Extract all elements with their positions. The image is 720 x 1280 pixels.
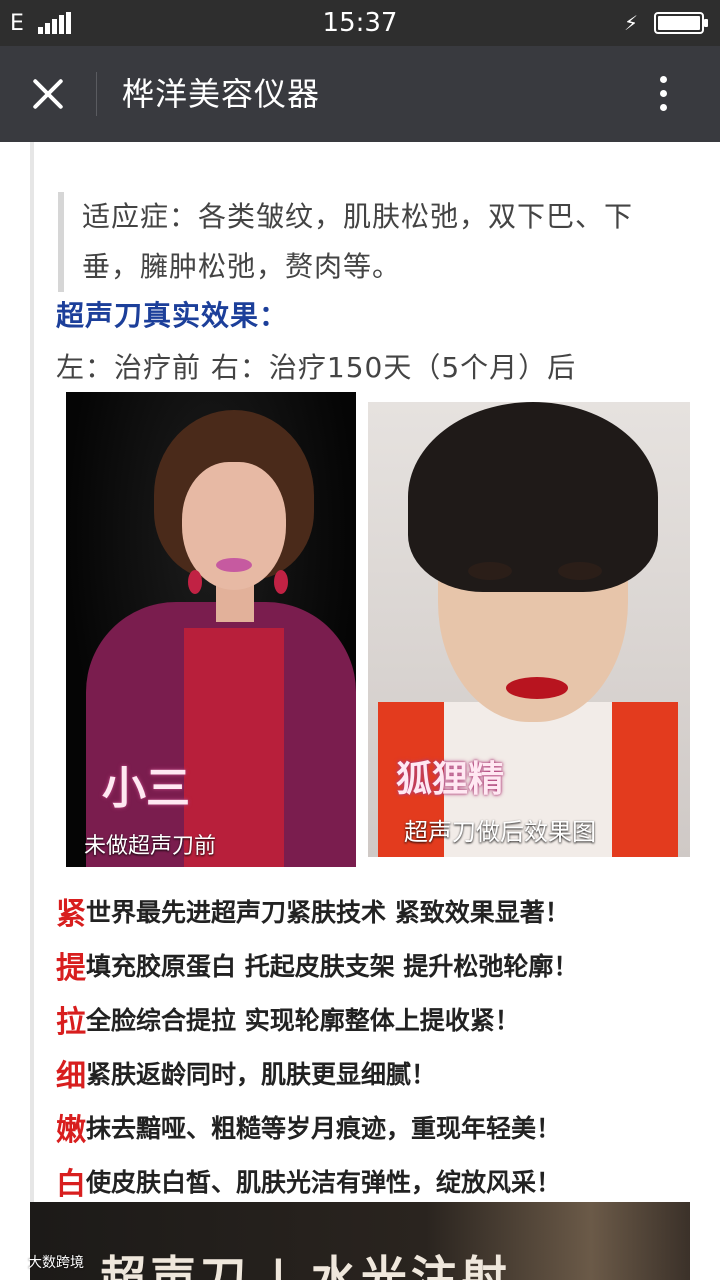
benefit-key: 拉 [56, 1005, 86, 1040]
banner-text: 超声刀 | 水光注射 [100, 1251, 511, 1280]
indications-line-1: 适应症：各类皱纹，肌肤松弛，双下巴、下 [82, 200, 634, 233]
effect-heading: 超声刀真实效果： [56, 299, 289, 332]
list-item: 细 紧肤返龄同时，肌肤更显细腻！ [56, 1046, 696, 1100]
list-item: 提 填充胶原蛋白 托起皮肤支架 提升松弛轮廓！ [56, 938, 696, 992]
benefit-text: 抹去黯哑、粗糙等岁月痕迹，重现年轻美！ [86, 1114, 562, 1143]
more-vertical-icon[interactable] [650, 72, 676, 116]
benefit-key: 嫩 [56, 1113, 86, 1148]
indications-line-2: 垂，臃肿松弛，赘肉等。 [82, 250, 402, 283]
after-lips [506, 677, 568, 699]
before-earring-left [188, 570, 202, 594]
before-label-big: 小三 [102, 763, 190, 814]
before-photo[interactable]: 小三 未做超声刀前 [66, 392, 356, 867]
benefit-text: 填充胶原蛋白 托起皮肤支架 提升松弛轮廓！ [86, 952, 579, 981]
close-icon[interactable] [26, 72, 70, 116]
list-item: 紧 世界最先进超声刀紧肤技术 紧致效果显著！ [56, 884, 696, 938]
after-eye-left [468, 562, 512, 580]
after-photo[interactable]: 狐狸精 超声刀做后效果图 [368, 402, 690, 857]
benefit-text: 紧肤返龄同时，肌肤更显细腻！ [86, 1060, 437, 1089]
page-title: 桦洋美容仪器 [122, 75, 321, 113]
compare-note: 左：治疗前 右：治疗150天（5个月）后 [56, 351, 577, 384]
indications-quote: 适应症：各类皱纹，肌肤松弛，双下巴、下 垂，臃肿松弛，赘肉等。 [58, 192, 708, 292]
status-bar: E 15:37 ⚡ [0, 0, 720, 46]
after-label-small: 超声刀做后效果图 [404, 818, 596, 846]
title-bar: 桦洋美容仪器 [0, 46, 720, 142]
benefit-key: 提 [56, 951, 86, 986]
list-item: 白 使皮肤白皙、肌肤光洁有弹性，绽放风采！ [56, 1154, 696, 1208]
list-item: 拉 全脸综合提拉 实现轮廓整体上提收紧！ [56, 992, 696, 1046]
after-eye-right [558, 562, 602, 580]
benefit-list: 紧 世界最先进超声刀紧肤技术 紧致效果显著！ 提 填充胶原蛋白 托起皮肤支架 提… [56, 884, 696, 1208]
promo-banner-image[interactable]: 超声刀 | 水光注射 [30, 1202, 690, 1280]
benefit-key: 紧 [56, 897, 86, 932]
benefit-text: 世界最先进超声刀紧肤技术 紧致效果显著！ [86, 898, 570, 927]
battery-icon [654, 12, 708, 34]
benefit-text: 使皮肤白皙、肌肤光洁有弹性，绽放风采！ [86, 1168, 562, 1197]
title-divider [96, 72, 97, 116]
article-content[interactable]: 适应症：各类皱纹，肌肤松弛，双下巴、下 垂，臃肿松弛，赘肉等。 超声刀真实效果：… [0, 142, 720, 1280]
watermark: 大数跨境 [6, 1252, 84, 1272]
usb-debug-icon: ⚡ [624, 11, 639, 35]
list-item: 嫩 抹去黯哑、粗糙等岁月痕迹，重现年轻美！ [56, 1100, 696, 1154]
benefit-key: 白 [56, 1167, 86, 1202]
after-label-big: 狐狸精 [396, 759, 505, 800]
clock: 15:37 [322, 8, 398, 38]
watermark-text: 大数跨境 [28, 1255, 84, 1271]
benefit-key: 细 [56, 1059, 86, 1094]
after-hair [408, 402, 658, 592]
content-left-rule [30, 142, 34, 1202]
before-lips [216, 558, 252, 572]
before-label-small: 未做超声刀前 [84, 834, 217, 859]
weibo-icon [6, 1256, 24, 1270]
before-earring-right [274, 570, 288, 594]
benefit-text: 全脸综合提拉 实现轮廓整体上提收紧！ [86, 1006, 520, 1035]
